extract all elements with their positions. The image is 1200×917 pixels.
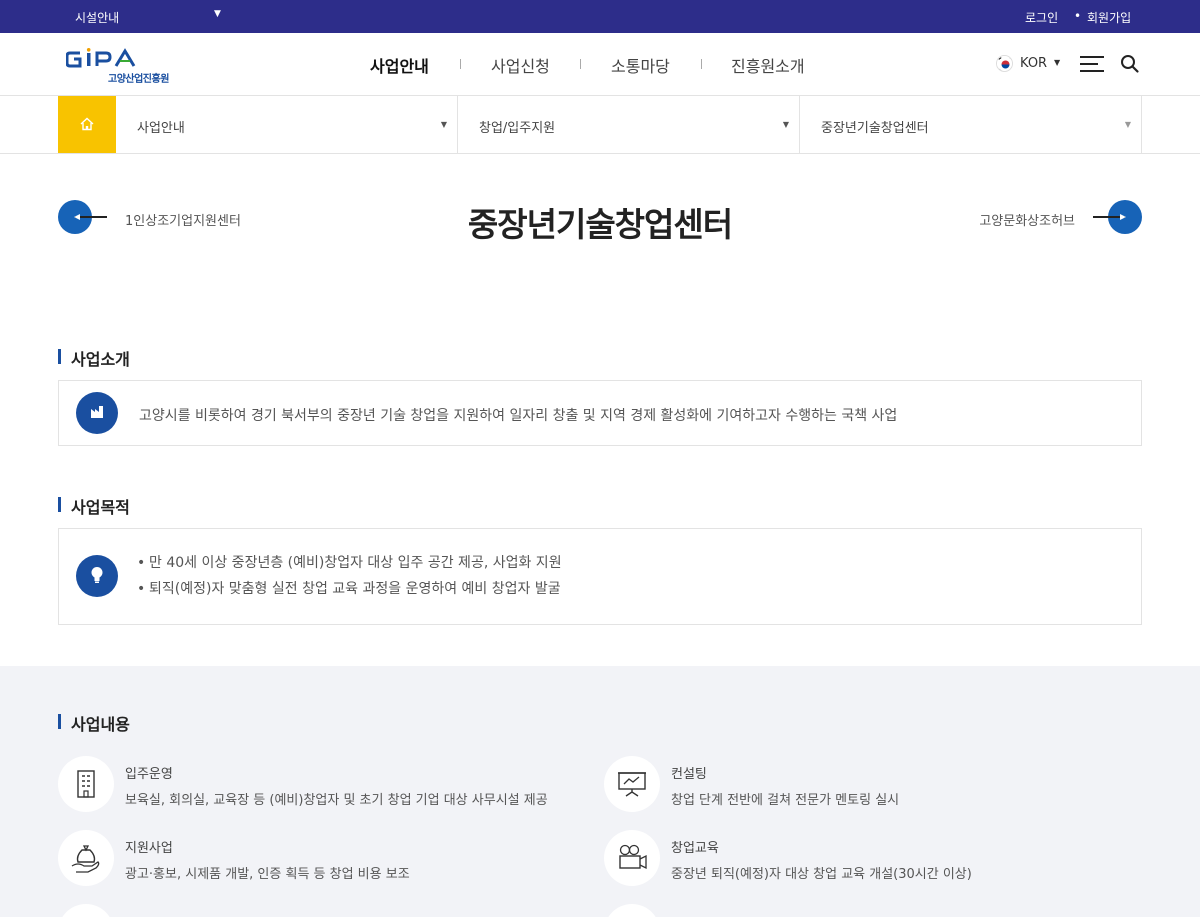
content-item-title: 컨설팅 bbox=[671, 767, 707, 782]
content-item-text: 광고·홍보, 시제품 개발, 인증 획득 등 창업 비용 보조 bbox=[125, 867, 410, 882]
breadcrumb-depth1-select[interactable]: 사업안내 ▼ bbox=[116, 96, 458, 153]
purpose-section-title: 사업목적 bbox=[58, 494, 130, 518]
content-item-title: 창업교육 bbox=[671, 841, 719, 856]
nav-separator bbox=[701, 59, 702, 69]
next-page-label: 고양문화상조허브 bbox=[979, 214, 1075, 229]
breadcrumb-depth3-select[interactable]: 중장년기술창업센터 ▼ bbox=[800, 96, 1142, 153]
content-item-text: 보육실, 회의실, 교육장 등 (예비)창업자 및 초기 창업 기업 대상 사무… bbox=[125, 793, 548, 808]
breadcrumb-depth2-select[interactable]: 창업/입주지원 ▼ bbox=[458, 96, 800, 153]
language-label: KOR bbox=[1020, 56, 1048, 71]
caret-down-icon: ▼ bbox=[1124, 120, 1131, 129]
money-bag-hand-icon bbox=[58, 830, 114, 886]
nav-business-guide[interactable]: 사업안내 bbox=[370, 53, 429, 77]
nav-separator bbox=[460, 59, 461, 69]
site-logo[interactable]: 고양산업진흥원 bbox=[66, 48, 186, 85]
caret-down-icon: ▼ bbox=[440, 120, 447, 129]
factory-icon bbox=[76, 392, 118, 434]
separator-dot: • bbox=[1074, 9, 1082, 23]
top-utility-bar: 시설안내 ▼ 로그인 • 회원가입 bbox=[0, 0, 1200, 33]
content-item-text: 중장년 퇴직(예정)자 대상 창업 교육 개설(30시간 이상) bbox=[671, 867, 972, 882]
korea-flag-icon bbox=[996, 55, 1013, 72]
gipa-logo-icon bbox=[66, 48, 136, 68]
content-item-residency: 입주운영 보육실, 회의실, 교육장 등 (예비)창업자 및 초기 창업 기업 … bbox=[58, 756, 578, 816]
intro-box: 고양시를 비롯하여 경기 북서부의 중장년 기술 창업을 지원하여 일자리 창출… bbox=[58, 380, 1142, 446]
home-icon bbox=[80, 117, 94, 131]
list-item: 만 40세 이상 중장년층 (예비)창업자 대상 입주 공간 제공, 사업화 지… bbox=[137, 554, 562, 580]
video-camera-icon bbox=[604, 830, 660, 886]
search-icon[interactable] bbox=[1120, 54, 1140, 74]
breadcrumb-depth3-label: 중장년기술창업센터 bbox=[821, 121, 929, 136]
presentation-board-icon bbox=[604, 756, 660, 812]
hamburger-menu-icon[interactable] bbox=[1080, 55, 1104, 73]
list-item: 퇴직(예정)자 맞춤형 실전 창업 교육 과정을 운영하여 예비 창업자 발굴 bbox=[137, 580, 562, 606]
breadcrumb: 사업안내 ▼ 창업/입주지원 ▼ 중장년기술창업센터 ▼ bbox=[0, 96, 1200, 154]
nav-business-apply[interactable]: 사업신청 bbox=[491, 53, 550, 77]
content-item-icon-partial bbox=[604, 904, 660, 917]
site-header: 고양산업진흥원 사업안내 사업신청 소통마당 진흥원소개 KOR ▼ bbox=[0, 33, 1200, 96]
signup-link[interactable]: 회원가입 bbox=[1087, 9, 1131, 26]
content-item-title: 입주운영 bbox=[125, 767, 173, 782]
caret-down-icon: ▼ bbox=[782, 120, 789, 129]
intro-section-title: 사업소개 bbox=[58, 346, 130, 370]
logo-subtitle: 고양산업진흥원 bbox=[108, 74, 169, 85]
lightbulb-icon bbox=[76, 555, 118, 597]
purpose-list: 만 40세 이상 중장년층 (예비)창업자 대상 입주 공간 제공, 사업화 지… bbox=[137, 554, 562, 606]
arrow-right-icon bbox=[1120, 214, 1126, 220]
breadcrumb-depth1-label: 사업안내 bbox=[137, 121, 185, 136]
nav-communication[interactable]: 소통마당 bbox=[611, 53, 670, 77]
content-item-education: 창업교육 중장년 퇴직(예정)자 대상 창업 교육 개설(30시간 이상) bbox=[604, 830, 1124, 890]
contents-section-title: 사업내용 bbox=[58, 711, 130, 735]
building-icon bbox=[58, 756, 114, 812]
breadcrumb-depth2-label: 창업/입주지원 bbox=[479, 121, 556, 136]
facility-guide-menu[interactable]: 시설안내 bbox=[75, 9, 119, 26]
nav-about[interactable]: 진흥원소개 bbox=[731, 53, 805, 77]
caret-down-icon[interactable]: ▼ bbox=[214, 9, 221, 19]
login-link[interactable]: 로그인 bbox=[1025, 9, 1058, 26]
content-item-text: 창업 단계 전반에 걸쳐 전문가 멘토링 실시 bbox=[671, 793, 900, 808]
content-item-support: 지원사업 광고·홍보, 시제품 개발, 인증 획득 등 창업 비용 보조 bbox=[58, 830, 578, 890]
caret-down-icon: ▼ bbox=[1054, 58, 1061, 67]
contents-section: 사업내용 입주운영 보육실, 회의실, 교육장 등 (예비)창업자 및 초기 창… bbox=[0, 666, 1200, 917]
purpose-box: 만 40세 이상 중장년층 (예비)창업자 대상 입주 공간 제공, 사업화 지… bbox=[58, 528, 1142, 625]
content-item-consulting: 컨설팅 창업 단계 전반에 걸쳐 전문가 멘토링 실시 bbox=[604, 756, 1124, 816]
next-page-link[interactable]: 고양문화상조허브 bbox=[960, 200, 1142, 234]
nav-separator bbox=[580, 59, 581, 69]
intro-text: 고양시를 비롯하여 경기 북서부의 중장년 기술 창업을 지원하여 일자리 창출… bbox=[139, 408, 898, 424]
content-item-title: 지원사업 bbox=[125, 841, 173, 856]
home-button[interactable] bbox=[58, 96, 116, 153]
content-item-icon-partial bbox=[58, 904, 114, 917]
